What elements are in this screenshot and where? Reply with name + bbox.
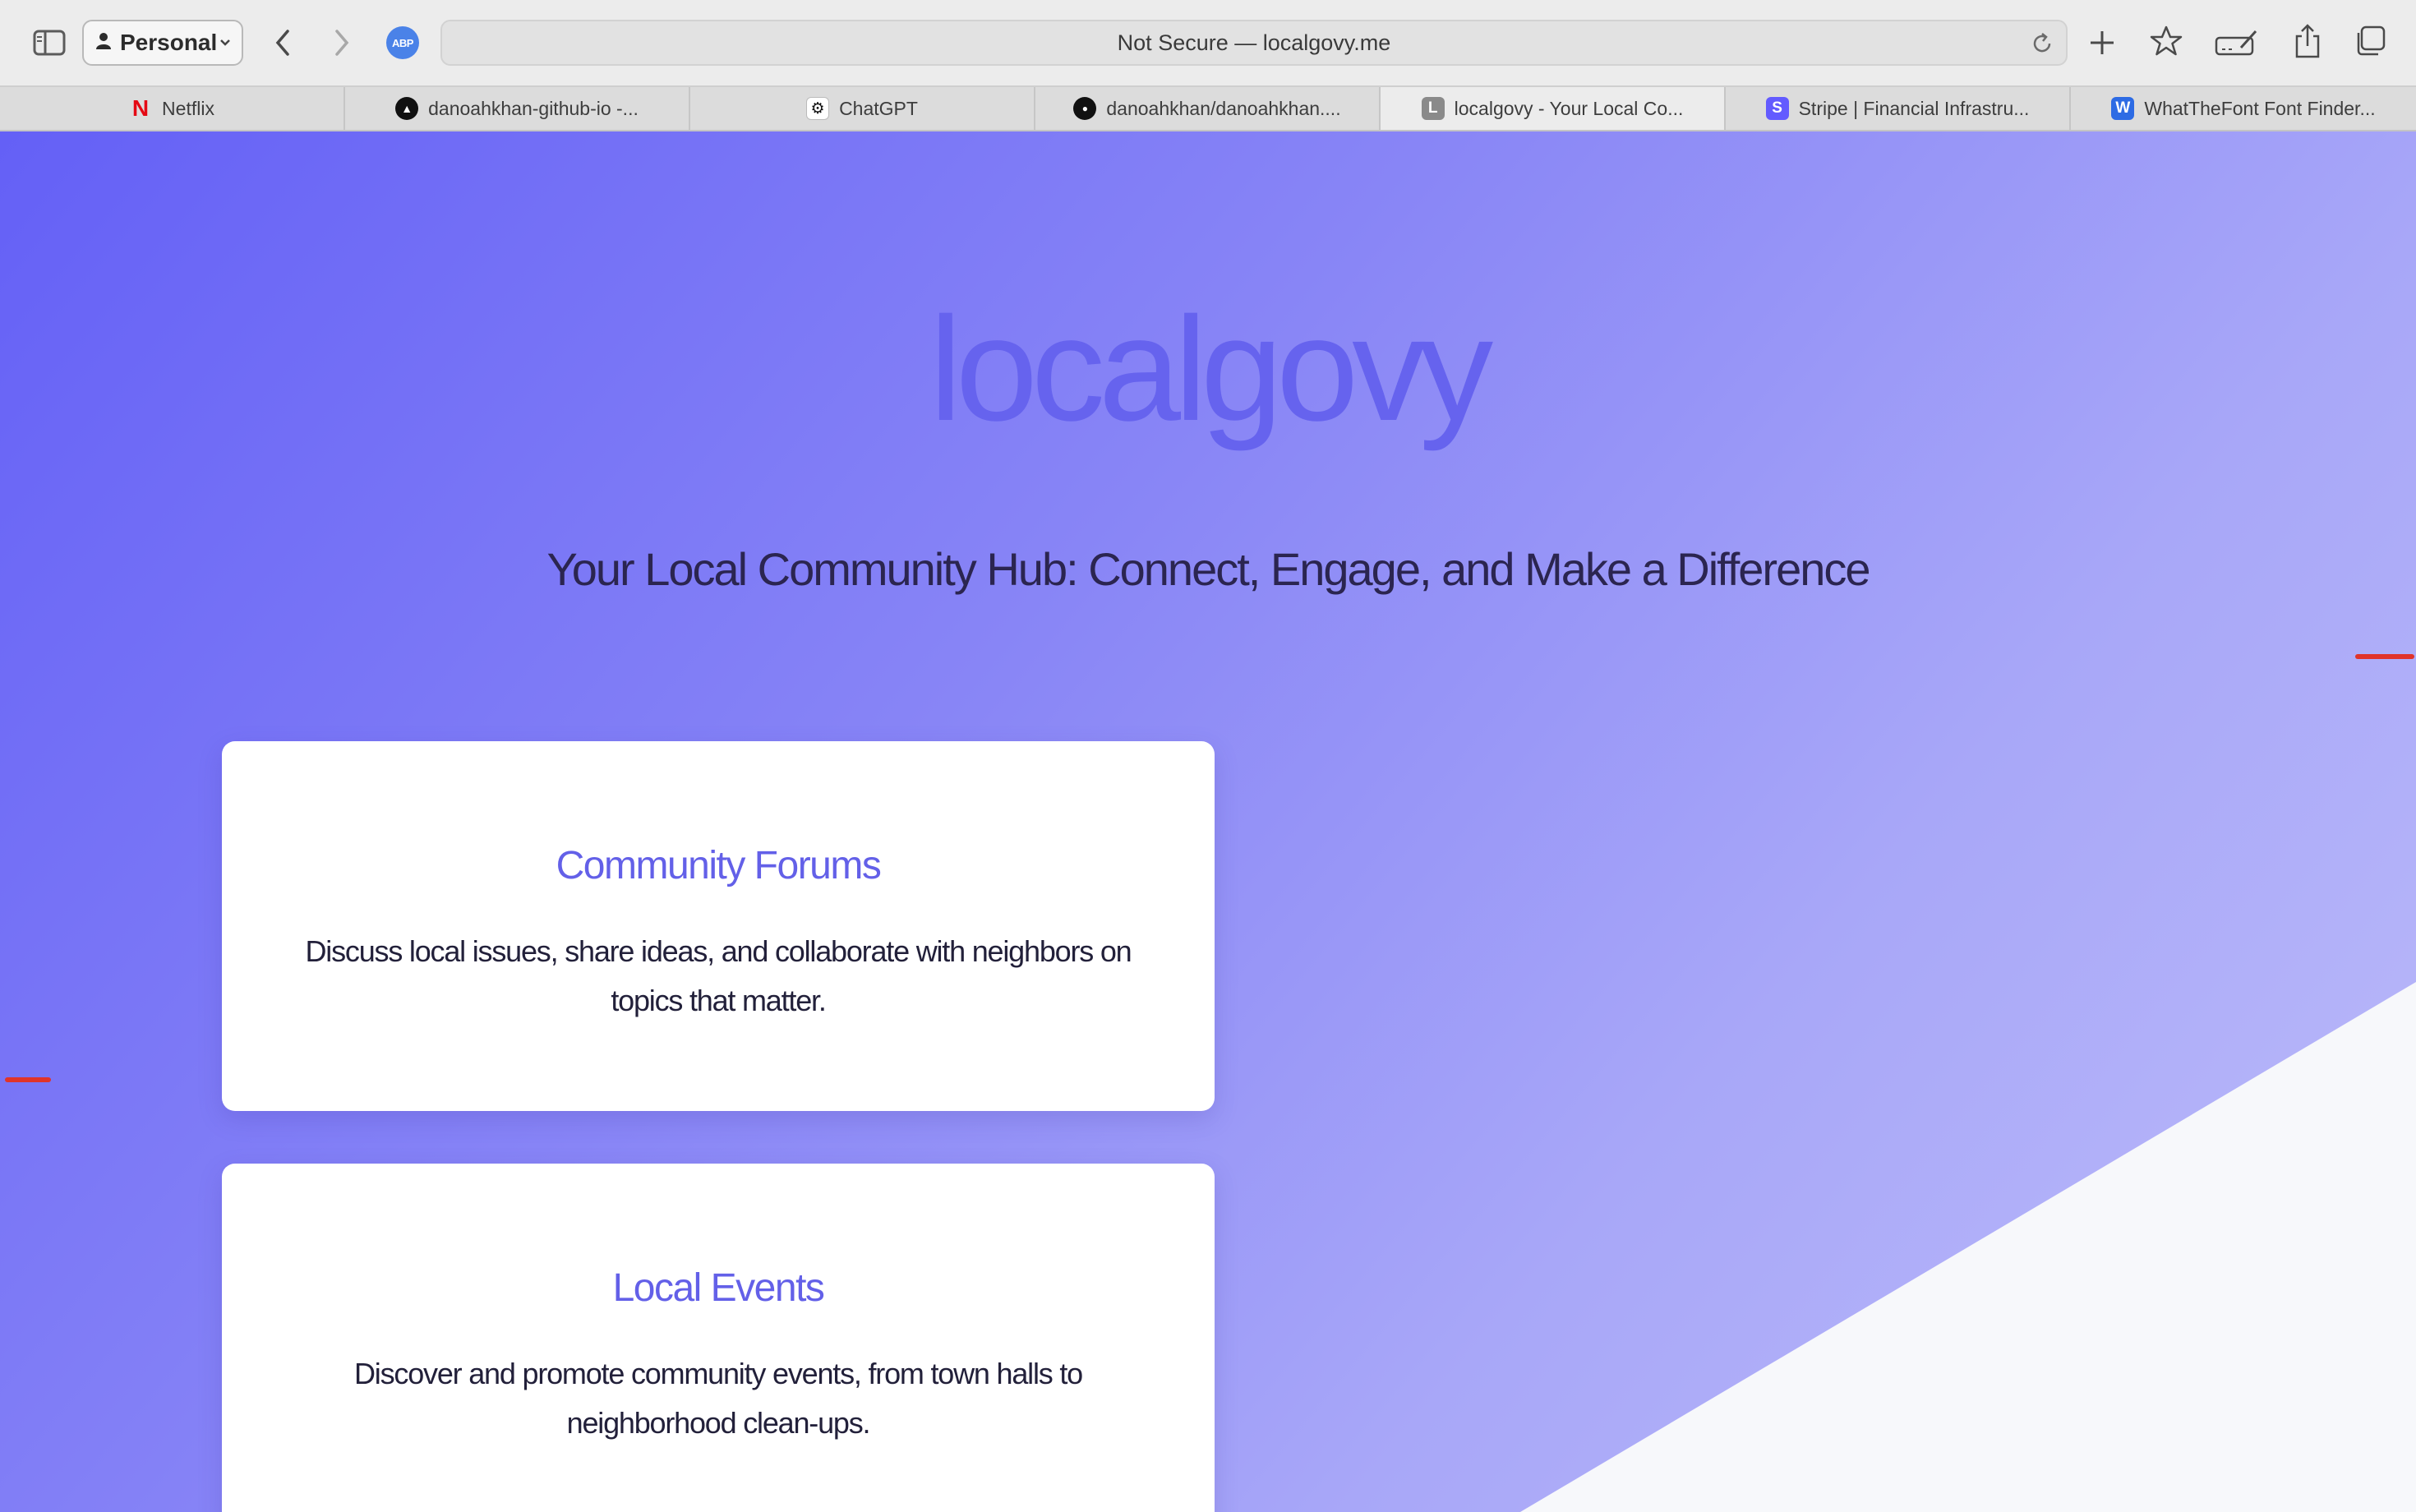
profile-label: Personal bbox=[120, 30, 218, 55]
person-icon bbox=[95, 32, 112, 54]
forward-button[interactable] bbox=[325, 25, 358, 61]
tab-stripe[interactable]: S Stripe | Financial Infrastru... bbox=[1726, 87, 2071, 130]
share-icon[interactable] bbox=[2289, 21, 2326, 61]
tab-netflix[interactable]: N Netflix bbox=[0, 87, 345, 130]
chevron-down-icon bbox=[219, 35, 232, 55]
whatthefont-icon: W bbox=[2111, 97, 2135, 120]
reload-icon[interactable] bbox=[2030, 31, 2054, 60]
tab-github-repo[interactable]: ● danoahkhan/danoahkhan.... bbox=[1035, 87, 1381, 130]
profile-switcher[interactable]: Personal bbox=[82, 20, 243, 66]
tab-label: ChatGPT bbox=[839, 97, 918, 119]
chevron-right-icon bbox=[335, 30, 349, 56]
chatgpt-icon: ⚙ bbox=[806, 97, 830, 120]
sidebar-toggle-icon[interactable] bbox=[31, 25, 67, 61]
site-logo: localgovy bbox=[929, 287, 1493, 452]
tab-github-io[interactable]: ▲ danoahkhan-github-io -... bbox=[345, 87, 690, 130]
tab-label: danoahkhan/danoahkhan.... bbox=[1106, 97, 1341, 119]
back-button[interactable] bbox=[266, 25, 299, 61]
browser-toolbar: Personal ABP Not Secure — localgovy.me bbox=[0, 0, 2416, 85]
github-icon: ● bbox=[1073, 97, 1097, 120]
vercel-icon: ▲ bbox=[395, 97, 419, 120]
page-viewport[interactable]: localgovy Your Local Community Hub: Conn… bbox=[0, 131, 2416, 1512]
chevron-left-icon bbox=[275, 30, 289, 56]
netflix-icon: N bbox=[131, 95, 150, 121]
annotation-mark bbox=[5, 1077, 51, 1082]
url-text: Not Secure — localgovy.me bbox=[1117, 30, 1391, 55]
letter-l-icon: L bbox=[1421, 97, 1445, 120]
markup-icon[interactable] bbox=[2214, 25, 2260, 61]
new-tab-icon[interactable] bbox=[2084, 25, 2120, 61]
card-title: Local Events bbox=[612, 1266, 825, 1310]
tab-whatthefont[interactable]: W WhatTheFont Font Finder... bbox=[2071, 87, 2416, 130]
annotation-mark bbox=[2355, 654, 2414, 659]
tab-chatgpt[interactable]: ⚙ ChatGPT bbox=[690, 87, 1035, 130]
card-title: Community Forums bbox=[556, 844, 882, 887]
tab-bar: N Netflix ▲ danoahkhan-github-io -... ⚙ … bbox=[0, 85, 2416, 131]
hero-tagline: Your Local Community Hub: Connect, Engag… bbox=[546, 543, 1870, 595]
card-description: Discover and promote community events, f… bbox=[354, 1357, 1083, 1440]
stripe-icon: S bbox=[1765, 97, 1789, 120]
tab-label: WhatTheFont Font Finder... bbox=[2144, 97, 2376, 119]
card-description: Discuss local issues, share ideas, and c… bbox=[305, 934, 1132, 1017]
tab-label: Stripe | Financial Infrastru... bbox=[1798, 97, 2030, 119]
star-icon[interactable] bbox=[2148, 23, 2184, 59]
tab-label: Netflix bbox=[162, 97, 214, 119]
feature-card-forums: Community Forums Discuss local issues, s… bbox=[222, 741, 1215, 1111]
tab-label: danoahkhan-github-io -... bbox=[428, 97, 639, 119]
adblock-icon[interactable]: ABP bbox=[386, 26, 419, 59]
tab-overview-icon[interactable] bbox=[2352, 23, 2388, 59]
tab-label: localgovy - Your Local Co... bbox=[1454, 97, 1684, 119]
feature-card-events: Local Events Discover and promote commun… bbox=[222, 1164, 1215, 1512]
address-bar[interactable]: Not Secure — localgovy.me bbox=[440, 20, 2068, 66]
tab-localgovy[interactable]: L localgovy - Your Local Co... bbox=[1381, 87, 1726, 130]
